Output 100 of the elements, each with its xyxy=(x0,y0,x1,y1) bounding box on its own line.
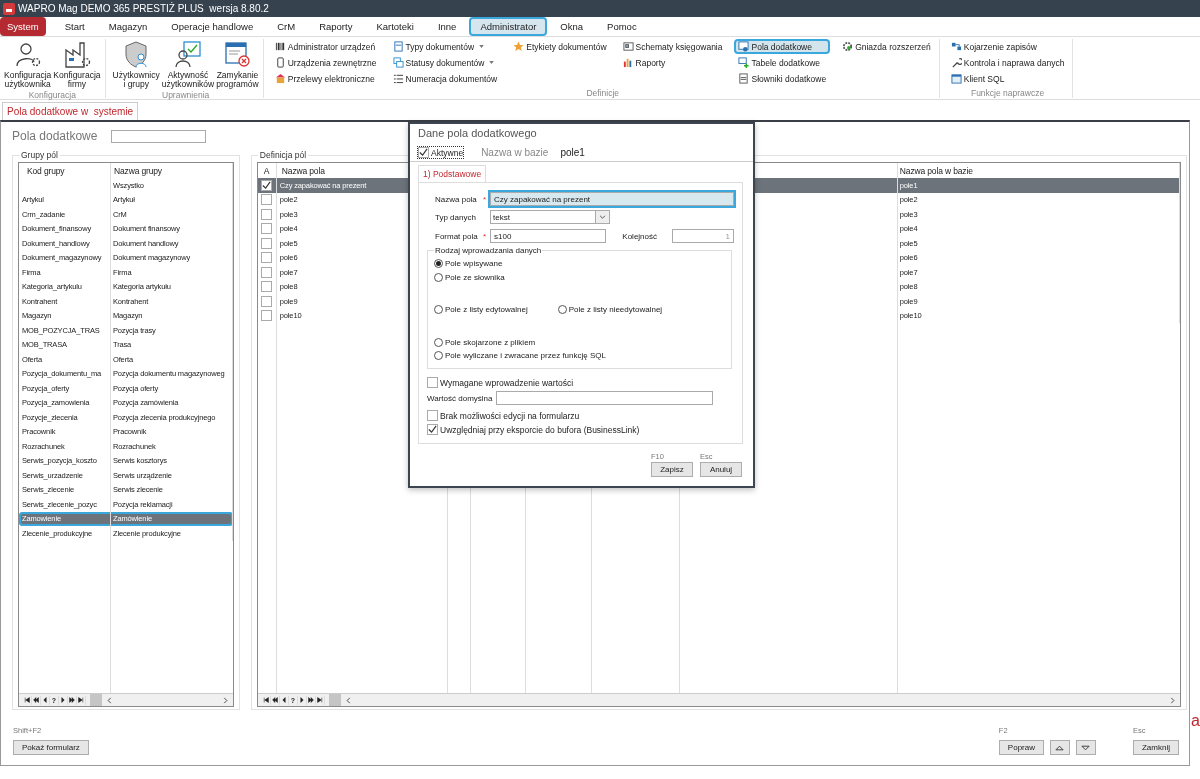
radio-button[interactable] xyxy=(434,338,443,347)
menu-tab[interactable]: Pomoc xyxy=(596,17,648,36)
filter-field[interactable] xyxy=(111,129,207,143)
ribbon-button[interactable]: Administrator urządzeń xyxy=(270,39,381,54)
radio-button[interactable] xyxy=(434,259,443,268)
up-triangle-icon xyxy=(1055,744,1065,751)
scrollbar-thumb[interactable] xyxy=(90,694,102,706)
menu-tab[interactable]: Kartoteki xyxy=(365,17,425,36)
ribbon-button[interactable]: Gniazda rozszerzeń xyxy=(838,39,935,54)
ribbon-button[interactable]: Konfiguracja użytkownika xyxy=(4,39,52,90)
checkbox[interactable] xyxy=(261,179,273,191)
checkbox[interactable] xyxy=(261,194,273,206)
ribbon-button[interactable]: Przelewy elektroniczne xyxy=(270,71,381,86)
device-icon xyxy=(274,57,286,68)
navigation-button[interactable] xyxy=(41,695,50,705)
move-up-button[interactable] xyxy=(1050,740,1070,755)
radio-option[interactable]: Pole wyliczane i zwracane przez funkcję SQL xyxy=(434,349,606,362)
ribbon-button[interactable]: Urządzenia zewnętrzne xyxy=(270,55,381,70)
active-checkbox[interactable]: Aktywne xyxy=(418,147,464,158)
menu-tab[interactable]: Start xyxy=(53,17,96,36)
menu-tab[interactable]: Okna xyxy=(549,17,595,36)
scroll-left-icon[interactable] xyxy=(106,696,112,704)
ribbon-button[interactable]: Klient SQL xyxy=(946,71,1069,86)
window-close-icon xyxy=(223,40,252,68)
ribbon-button[interactable]: Pola dodatkowe xyxy=(734,39,831,54)
edit-button[interactable]: Popraw xyxy=(998,740,1044,755)
navigation-button[interactable] xyxy=(77,695,86,705)
menu-tab[interactable]: Raporty xyxy=(308,17,364,36)
ribbon-button[interactable]: Użytkownicy i grupy xyxy=(112,39,160,90)
first-icon xyxy=(24,697,30,703)
scrollbar-thumb[interactable] xyxy=(328,694,341,706)
ribbon-button[interactable]: Słowniki dodatkowe xyxy=(734,71,831,86)
radio-option[interactable]: Pole skojarzone z plikiem xyxy=(434,336,536,349)
checkbox[interactable] xyxy=(427,410,438,421)
column-header[interactable]: Nazwa grupy xyxy=(111,163,233,178)
menu-tab[interactable]: Operacje handlowe xyxy=(160,17,265,36)
chevron-down-icon xyxy=(599,215,606,219)
scroll-right-icon[interactable] xyxy=(1170,696,1176,704)
next-icon xyxy=(60,697,66,703)
ribbon-button[interactable]: Konfiguracja firmy xyxy=(53,39,101,90)
form-tab[interactable]: 1) Podstawowe xyxy=(418,165,487,182)
ribbon-button[interactable]: Aktywność użytkowników xyxy=(161,39,215,90)
checkbox[interactable] xyxy=(261,252,273,264)
checkbox[interactable] xyxy=(427,377,438,388)
ribbon-button[interactable]: Statusy dokumentów xyxy=(388,55,502,70)
ribbon-button[interactable]: Tabele dodatkowe xyxy=(734,55,831,70)
checkbox[interactable] xyxy=(261,281,273,293)
dialog-button[interactable]: Anuluj xyxy=(700,462,742,477)
default-value-field[interactable] xyxy=(496,391,713,405)
name-field[interactable]: Czy zapakować na prezent xyxy=(490,192,734,206)
order-field: 1 xyxy=(672,229,734,243)
checkbox[interactable] xyxy=(261,310,273,322)
app-menu-button[interactable]: System xyxy=(0,17,46,36)
ribbon-button-label: Użytkownicy i grupy xyxy=(112,71,160,90)
ribbon-button[interactable]: Zamykanie programów xyxy=(216,39,259,90)
checkbox[interactable] xyxy=(261,266,273,278)
scroll-right-icon[interactable] xyxy=(222,696,229,704)
radio-button[interactable] xyxy=(557,305,567,314)
menu-tab[interactable]: CrM xyxy=(266,17,307,36)
scroll-left-icon[interactable] xyxy=(344,696,351,704)
database-window-icon xyxy=(950,73,962,84)
ribbon-button[interactable]: Numeracja dokumentów xyxy=(388,71,502,86)
ribbon-button[interactable]: Kojarzenie zapisów xyxy=(946,39,1069,54)
ribbon-button[interactable]: Kontrola i naprawa danych xyxy=(946,55,1069,70)
export-checkbox[interactable]: Uwzględniaj przy eksporcie do bufora (BusinessLink) xyxy=(427,424,640,435)
format-field[interactable]: s100 xyxy=(490,229,607,243)
user-gear-icon xyxy=(13,40,42,68)
caret-icon xyxy=(489,61,495,64)
menu-tab[interactable]: Administrator xyxy=(469,17,548,36)
checkbox[interactable] xyxy=(427,424,438,435)
diagram-icon xyxy=(622,41,634,52)
dialog-button[interactable]: Zapisz xyxy=(651,462,693,477)
checkbox[interactable] xyxy=(418,147,429,158)
navigation-button[interactable] xyxy=(32,695,41,705)
ribbon-button[interactable]: Raporty xyxy=(618,55,727,70)
checkbox[interactable] xyxy=(261,208,273,220)
data-type-select[interactable]: tekst xyxy=(490,210,610,224)
check-mark-icon xyxy=(419,148,428,157)
radio-button[interactable] xyxy=(434,273,443,282)
move-down-button[interactable] xyxy=(1076,740,1096,755)
check-mark-icon xyxy=(428,425,437,434)
checkbox[interactable] xyxy=(261,237,273,249)
menu-tab[interactable]: Magazyn xyxy=(97,17,159,36)
close-button[interactable]: Zamknij xyxy=(1133,740,1179,755)
checkbox[interactable] xyxy=(261,295,273,307)
no-edit-checkbox[interactable]: Brak możliwości edycji na formularzu xyxy=(427,410,580,421)
column-header[interactable]: Kod grupy xyxy=(19,163,111,178)
checkbox[interactable] xyxy=(261,223,273,235)
menu-tab[interactable]: Inne xyxy=(426,17,468,36)
radio-button[interactable] xyxy=(434,305,443,314)
previous-icon xyxy=(280,697,287,703)
bar-chart-icon xyxy=(622,57,634,68)
required-checkbox[interactable]: Wymagane wprowadzenie wartości xyxy=(427,377,574,388)
document-tab[interactable]: Pola dodatkowe w systemie xyxy=(2,102,139,120)
ribbon-button[interactable]: Typy dokumentów xyxy=(388,39,502,54)
show-form-button[interactable]: Pokaż formularz xyxy=(13,740,89,755)
ribbon-group-label: Uprawnienia xyxy=(162,89,210,100)
ribbon-button[interactable]: Schematy księgowania xyxy=(618,39,727,54)
radio-button[interactable] xyxy=(434,351,443,360)
ribbon-button[interactable]: Etykiety dokumentów xyxy=(509,39,611,54)
